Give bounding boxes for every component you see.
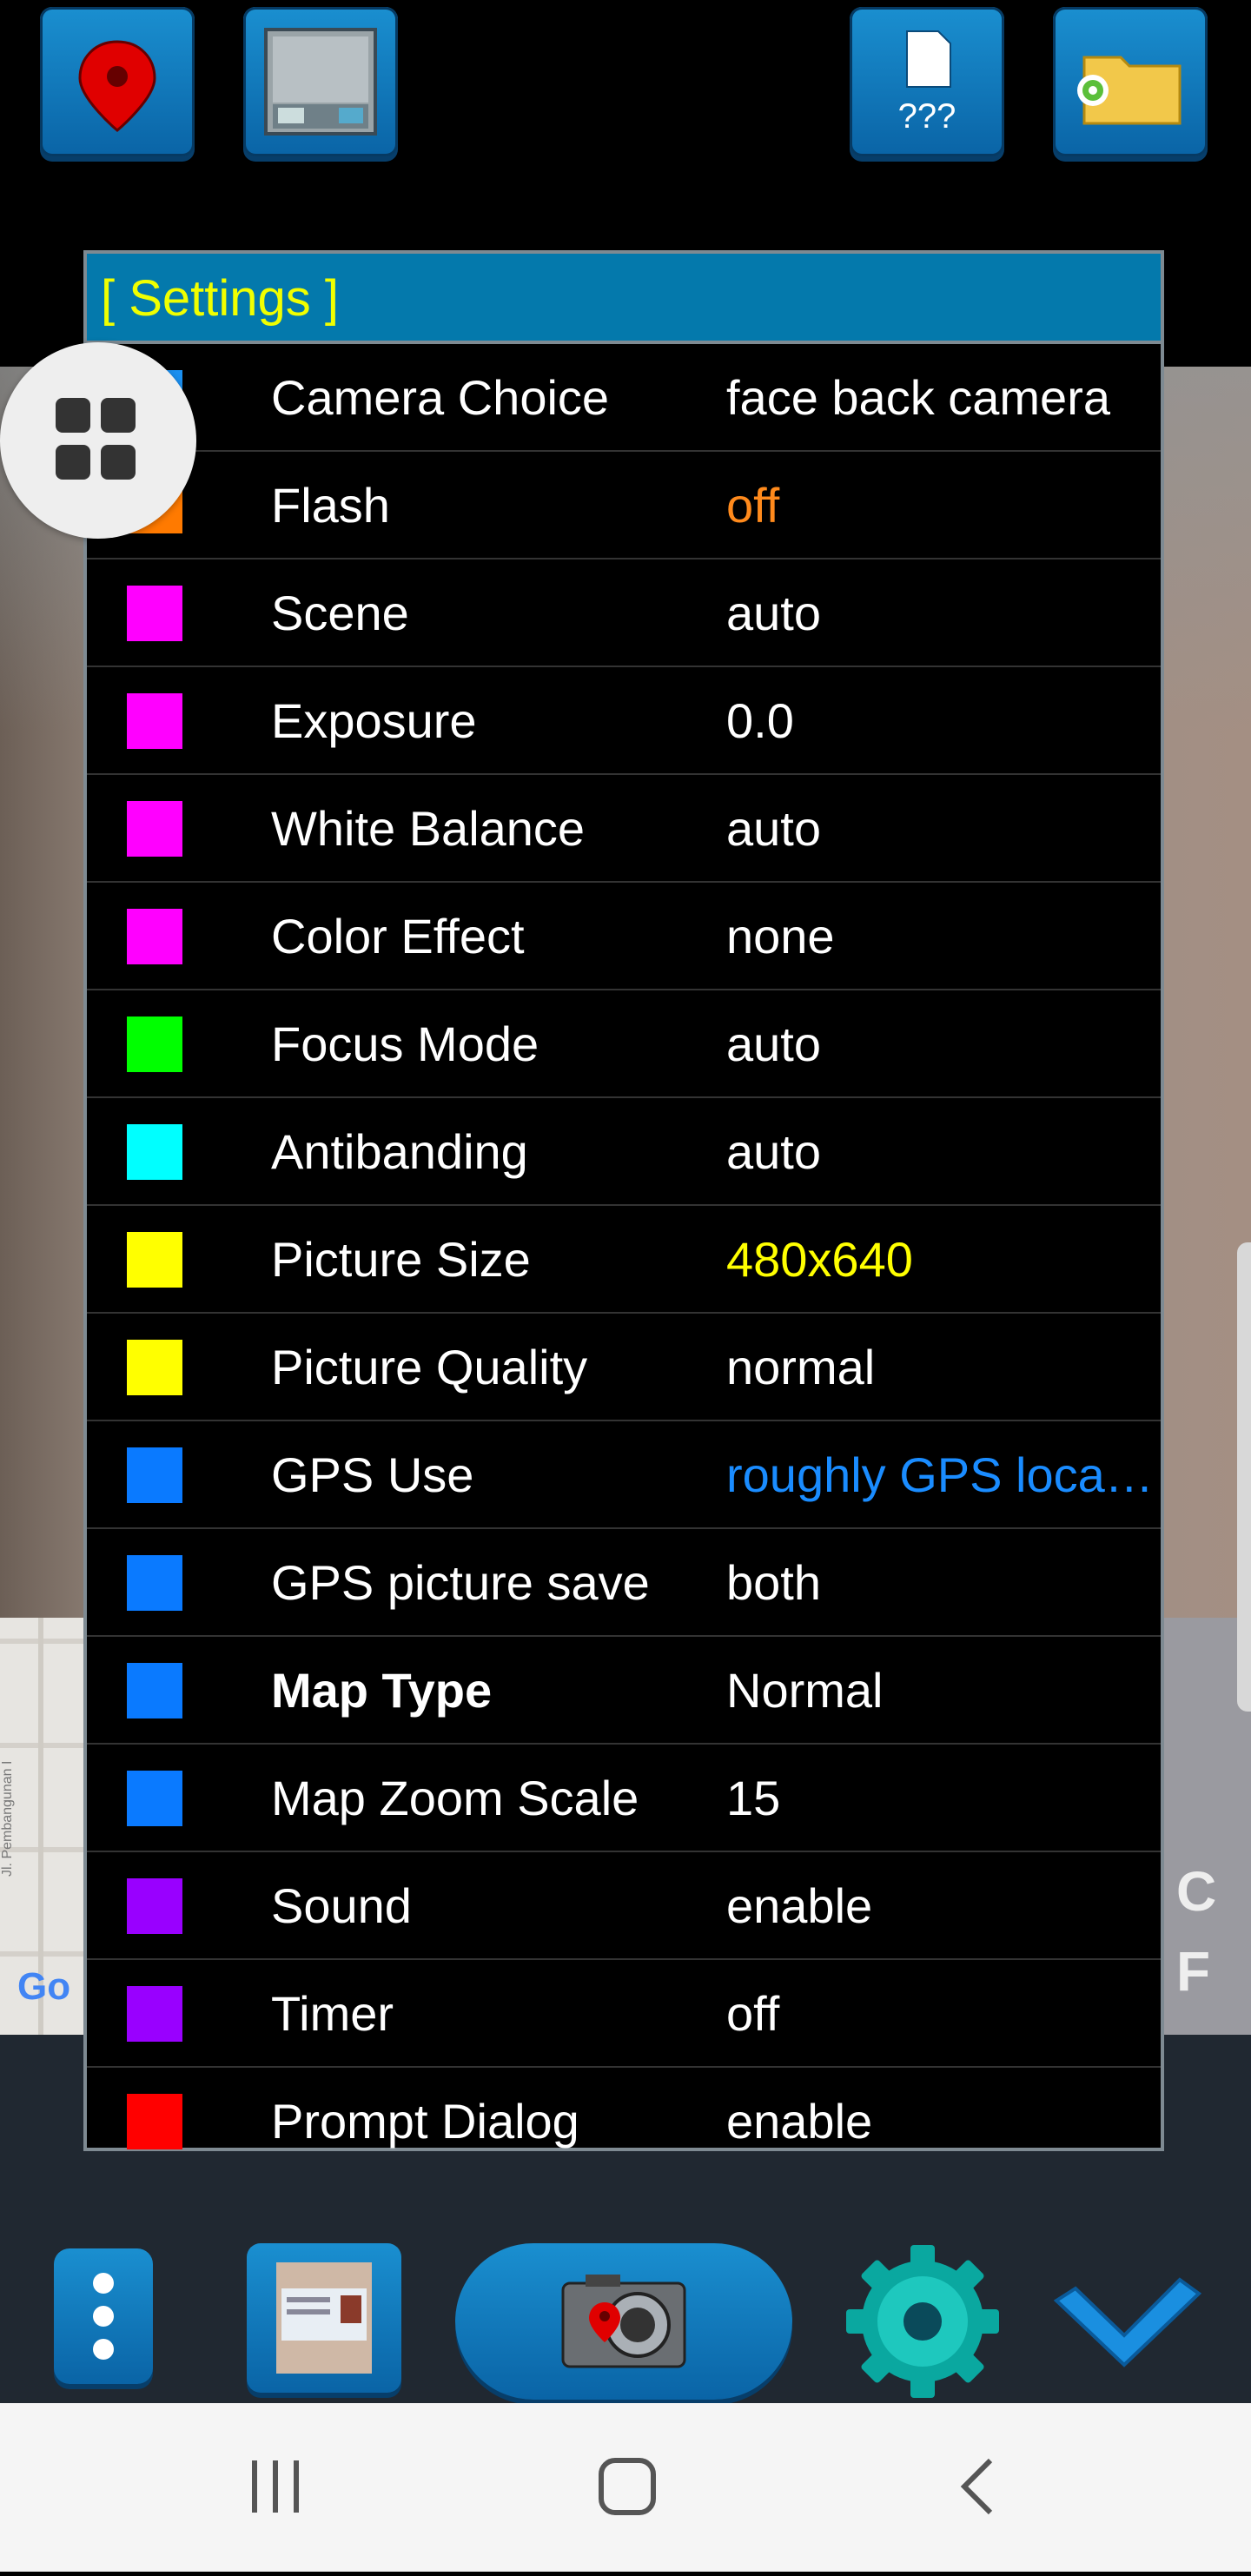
settings-row[interactable]: Antibanding auto <box>87 1098 1161 1206</box>
settings-row[interactable]: Picture Quality normal <box>87 1314 1161 1421</box>
settings-row[interactable]: Color Effect none <box>87 883 1161 990</box>
folder-icon <box>1077 56 1182 125</box>
setting-value[interactable]: auto <box>726 1124 1161 1180</box>
folder-button[interactable] <box>1053 7 1208 156</box>
settings-row[interactable]: Timer off <box>87 1960 1161 2068</box>
setting-value[interactable]: auto <box>726 1016 1161 1072</box>
category-color-swatch <box>127 1447 182 1503</box>
settings-row[interactable]: Prompt Dialog enable <box>87 2068 1161 2151</box>
category-color-swatch <box>127 586 182 641</box>
setting-value[interactable]: off <box>726 478 1161 533</box>
category-color-swatch <box>127 1555 182 1611</box>
map-road-label: Jl. Pembangunan I <box>0 1760 15 1877</box>
setting-value[interactable]: 15 <box>726 1771 1161 1826</box>
setting-value[interactable]: auto <box>726 586 1161 641</box>
settings-row[interactable]: Sound enable <box>87 1852 1161 1960</box>
setting-value[interactable]: 0.0 <box>726 693 1161 749</box>
setting-value[interactable]: 480x640 <box>726 1232 1161 1288</box>
category-color-swatch <box>127 693 182 749</box>
setting-label: Timer <box>271 1986 394 2041</box>
settings-row[interactable]: Camera Choice face back camera <box>87 344 1161 452</box>
settings-list[interactable]: Camera Choice face back camera Flash off Sce… <box>87 344 1161 2151</box>
setting-label: Camera Choice <box>271 370 610 425</box>
side-letter-c: C <box>1176 1860 1217 1923</box>
settings-row[interactable]: Map Zoom Scale 15 <box>87 1745 1161 1852</box>
settings-row[interactable]: Map Type Normal <box>87 1637 1161 1745</box>
category-color-swatch <box>127 1986 182 2042</box>
location-button[interactable] <box>40 7 195 156</box>
category-color-swatch <box>127 909 182 964</box>
setting-label: GPS Use <box>271 1447 474 1502</box>
category-color-swatch <box>127 2094 182 2149</box>
setting-label: Color Effect <box>271 909 525 964</box>
settings-row[interactable]: White Balance auto <box>87 775 1161 883</box>
settings-row[interactable]: Flash off <box>87 452 1161 560</box>
settings-row[interactable]: GPS picture save both <box>87 1529 1161 1637</box>
setting-value[interactable]: roughly GPS location <box>726 1447 1161 1503</box>
setting-label: Prompt Dialog <box>271 2094 579 2149</box>
capture-button[interactable] <box>455 2243 792 2400</box>
more-options-icon <box>93 2273 114 2360</box>
help-label: ??? <box>897 97 956 136</box>
system-nav-bar <box>0 2403 1251 2572</box>
setting-label: Exposure <box>271 693 477 748</box>
setting-label: Map Zoom Scale <box>271 1771 639 1825</box>
grid-menu-button[interactable] <box>0 342 196 539</box>
settings-row[interactable]: Focus Mode auto <box>87 990 1161 1098</box>
confirm-button[interactable] <box>1049 2268 1202 2372</box>
checkmark-icon <box>1053 2277 1202 2367</box>
gallery-thumbnail <box>276 2262 372 2374</box>
setting-value[interactable]: face back camera <box>726 370 1161 426</box>
setting-value[interactable]: both <box>726 1555 1161 1611</box>
category-color-swatch <box>127 1878 182 1934</box>
setting-value[interactable]: auto <box>726 801 1161 857</box>
setting-label: Sound <box>271 1878 412 1933</box>
settings-dialog: [ Settings ] Camera Choice face back came… <box>83 250 1164 2151</box>
category-color-swatch <box>127 1232 182 1288</box>
map-logo: Go <box>17 1965 71 2008</box>
setting-value[interactable]: normal <box>726 1340 1161 1395</box>
setting-value[interactable]: Normal <box>726 1663 1161 1718</box>
setting-label: Antibanding <box>271 1124 528 1179</box>
setting-label: Picture Size <box>271 1232 531 1287</box>
category-color-swatch <box>127 1124 182 1180</box>
camera-capture-icon <box>561 2275 686 2368</box>
recent-apps-icon[interactable] <box>252 2460 299 2513</box>
category-color-swatch <box>127 1663 182 1718</box>
settings-row[interactable]: Exposure 0.0 <box>87 667 1161 775</box>
edge-panel-handle[interactable] <box>1237 1242 1251 1712</box>
category-color-swatch <box>127 801 182 857</box>
setting-value[interactable]: enable <box>726 1878 1161 1934</box>
setting-label: Picture Quality <box>271 1340 588 1394</box>
settings-button[interactable] <box>844 2243 1001 2400</box>
home-icon[interactable] <box>599 2458 656 2515</box>
setting-label: Flash <box>271 478 390 533</box>
settings-row[interactable]: GPS Use roughly GPS location <box>87 1421 1161 1529</box>
more-options-button[interactable] <box>54 2248 153 2384</box>
settings-row[interactable]: Picture Size 480x640 <box>87 1206 1161 1314</box>
category-color-swatch <box>127 1340 182 1395</box>
setting-value[interactable]: off <box>726 1986 1161 2042</box>
settings-header: [ Settings ] <box>87 254 1161 344</box>
setting-value[interactable]: enable <box>726 2094 1161 2149</box>
back-icon[interactable] <box>960 2458 993 2515</box>
settings-gear-icon <box>846 2245 999 2398</box>
location-pin-icon <box>78 40 156 132</box>
setting-label: Scene <box>271 586 409 640</box>
settings-row[interactable]: Scene auto <box>87 560 1161 667</box>
settings-title: [ Settings ] <box>101 270 340 327</box>
device-screen-icon <box>264 28 377 136</box>
category-color-swatch <box>127 1016 182 1072</box>
setting-label: Map Type <box>271 1663 493 1718</box>
category-color-swatch <box>127 1771 182 1826</box>
gallery-button[interactable] <box>247 2243 401 2393</box>
setting-label: GPS picture save <box>271 1555 650 1610</box>
setting-label: Focus Mode <box>271 1016 539 1071</box>
camera-info-button[interactable] <box>243 7 398 156</box>
setting-value[interactable]: none <box>726 909 1161 964</box>
help-document-button[interactable]: ??? <box>850 7 1004 156</box>
side-letter-f: F <box>1176 1940 1211 2003</box>
setting-label: White Balance <box>271 801 586 856</box>
